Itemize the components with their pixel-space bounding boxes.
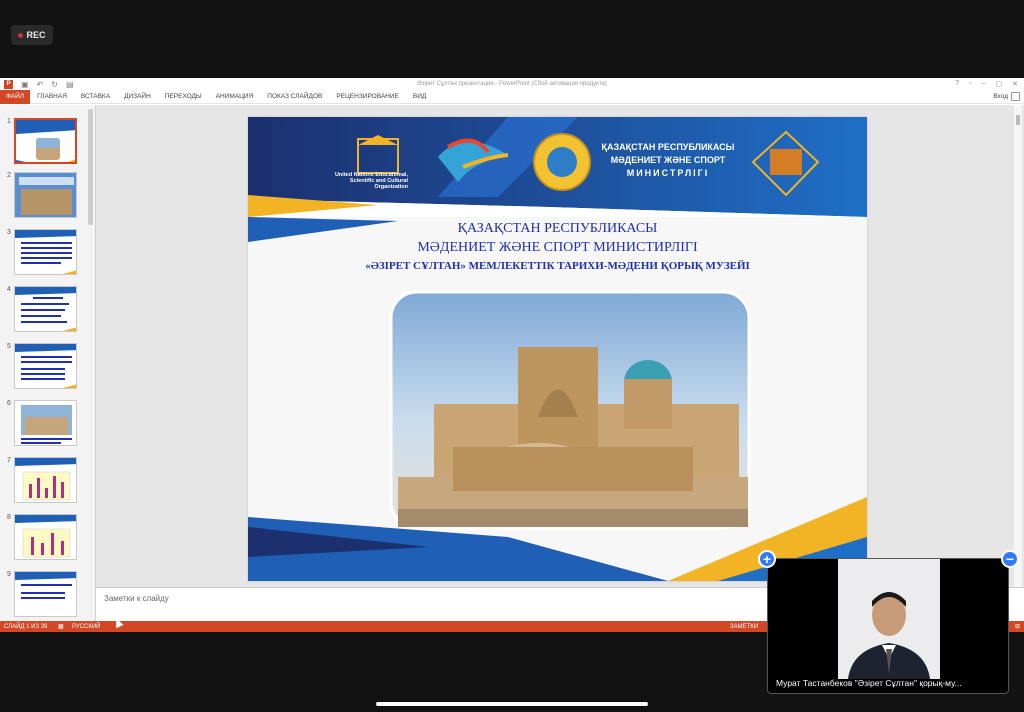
thumbnail-number: 5 <box>7 343 11 350</box>
tab-view[interactable]: ВИД <box>406 93 433 100</box>
thumbnail-image <box>14 118 77 164</box>
home-indicator[interactable] <box>376 702 648 706</box>
help-icon[interactable]: ? <box>955 80 959 88</box>
thumbnail-image <box>14 229 77 275</box>
thumbnail-image <box>14 514 77 560</box>
unesco-text: United Nations Educational, Scientific a… <box>334 172 408 190</box>
thumbnails-scrollbar[interactable] <box>88 109 93 225</box>
thumbnail-2[interactable]: 2 <box>0 170 88 222</box>
thumbnail-4[interactable]: 4 <box>0 284 88 336</box>
tab-animations[interactable]: АНИМАЦИЯ <box>209 93 261 100</box>
tab-file[interactable]: ФАЙЛ <box>0 89 31 104</box>
slide-title-line1: ҚАЗАҚСТАН РЕСПУБЛИКАСЫ <box>457 221 658 236</box>
record-dot-icon <box>18 32 24 38</box>
ribbon-options-icon[interactable]: ▫ <box>969 80 971 88</box>
ribbon-tabs: ФАЙЛ ГЛАВНАЯ ВСТАВКА ДИЗАЙН ПЕРЕХОДЫ АНИ… <box>0 89 1024 104</box>
tab-slideshow[interactable]: ПОКАЗ СЛАЙДОВ <box>260 93 329 100</box>
tab-review[interactable]: РЕЦЕНЗИРОВАНИЕ <box>329 93 406 100</box>
thumbnail-number: 4 <box>7 286 11 293</box>
thumbnail-number: 9 <box>7 571 11 578</box>
thumbnail-image <box>14 343 77 389</box>
thumbnail-6[interactable]: 6 <box>0 398 88 450</box>
rec-label: REC <box>26 30 46 40</box>
thumbnail-image <box>14 286 77 332</box>
ministry-line3: МИНИСТРЛІГІ <box>626 168 710 178</box>
thumbnail-8[interactable]: 8 <box>0 512 88 564</box>
language-indicator[interactable]: РУССКИЙ <box>72 624 100 630</box>
thumbnail-image <box>14 400 77 446</box>
thumbnail-number: 8 <box>7 514 11 521</box>
thumbnail-1[interactable]: 1 <box>0 116 88 168</box>
participant-video-tile[interactable]: Мурат Тастанбеков "Әзірет Сұлтан" қорық-… <box>767 558 1009 694</box>
window-title: Әзірет Сұлтан презентация - PowerPoint (… <box>417 81 607 87</box>
thumbnail-number: 3 <box>7 229 11 236</box>
thumbnail-image <box>14 571 77 617</box>
minimize-icon[interactable]: – <box>982 80 986 88</box>
minimize-tile-button[interactable]: − <box>1001 550 1019 568</box>
scroll-thumb[interactable] <box>1016 115 1020 125</box>
notes-placeholder: Заметки к слайду <box>104 594 169 603</box>
tab-home[interactable]: ГЛАВНАЯ <box>30 93 74 100</box>
maximize-icon[interactable]: ▢ <box>996 80 1003 88</box>
tab-design[interactable]: ДИЗАЙН <box>117 93 158 100</box>
work-area: 1 2 3 4 5 6 7 8 9 United Nations Educati… <box>0 105 1024 621</box>
slide-title-line2: МӘДЕНИЕТ ЖӘНЕ СПОРТ МИНИСТИРЛІГІ <box>417 240 698 255</box>
recording-indicator: REC <box>11 25 53 45</box>
slide-scrollbar[interactable] <box>1014 105 1022 587</box>
window-controls: ? ▫ – ▢ ✕ <box>955 80 1018 88</box>
add-button[interactable]: + <box>758 550 776 568</box>
ministry-line2: МӘДЕНИЕТ ЖӘНЕ СПОРТ <box>610 155 726 165</box>
slide-title-line3: «ӘЗІРЕТ СҰЛТАН» МЕМЛЕКЕТТІК ТАРИХИ-МӘДЕН… <box>365 260 750 272</box>
close-icon[interactable]: ✕ <box>1012 80 1018 88</box>
participant-name: Мурат Тастанбеков "Әзірет Сұлтан" қорық-… <box>776 678 962 688</box>
screen: REC P ▣ ↶ ↻ ▤ Әзірет Сұлтан презентация … <box>0 0 1024 712</box>
powerpoint-window: P ▣ ↶ ↻ ▤ Әзірет Сұлтан презентация - Po… <box>0 78 1024 632</box>
slide-canvas[interactable]: United Nations Educational, Scientific a… <box>248 117 867 581</box>
thumbnail-5[interactable]: 5 <box>0 341 88 393</box>
spellcheck-icon[interactable]: ▦ <box>58 623 64 630</box>
thumbnail-image <box>14 457 77 503</box>
thumbnail-number: 6 <box>7 400 11 407</box>
slide-counter: СЛАЙД 1 ИЗ 39 <box>4 623 48 630</box>
fit-slide-icon[interactable]: ⊞ <box>1015 623 1020 630</box>
notes-toggle-button[interactable]: ЗАМЕТКИ <box>730 624 758 630</box>
signin-link[interactable]: Вход <box>993 93 1008 100</box>
slide-thumbnails-panel: 1 2 3 4 5 6 7 8 9 <box>0 105 96 621</box>
tab-transitions[interactable]: ПЕРЕХОДЫ <box>158 93 209 100</box>
ministry-line1: ҚАЗАҚСТАН РЕСПУБЛИКАСЫ <box>601 142 735 152</box>
participant-video <box>838 559 940 679</box>
tab-insert[interactable]: ВСТАВКА <box>74 93 117 100</box>
user-avatar-icon[interactable] <box>1011 92 1020 101</box>
thumbnail-9[interactable]: 9 <box>0 569 88 621</box>
title-bar: P ▣ ↶ ↻ ▤ Әзірет Сұлтан презентация - Po… <box>0 78 1024 90</box>
thumbnail-7[interactable]: 7 <box>0 455 88 507</box>
thumbnail-number: 7 <box>7 457 11 464</box>
thumbnail-number: 2 <box>7 172 11 179</box>
thumbnail-image <box>14 172 77 218</box>
thumbnail-3[interactable]: 3 <box>0 227 88 279</box>
thumbnail-number: 1 <box>7 118 11 125</box>
